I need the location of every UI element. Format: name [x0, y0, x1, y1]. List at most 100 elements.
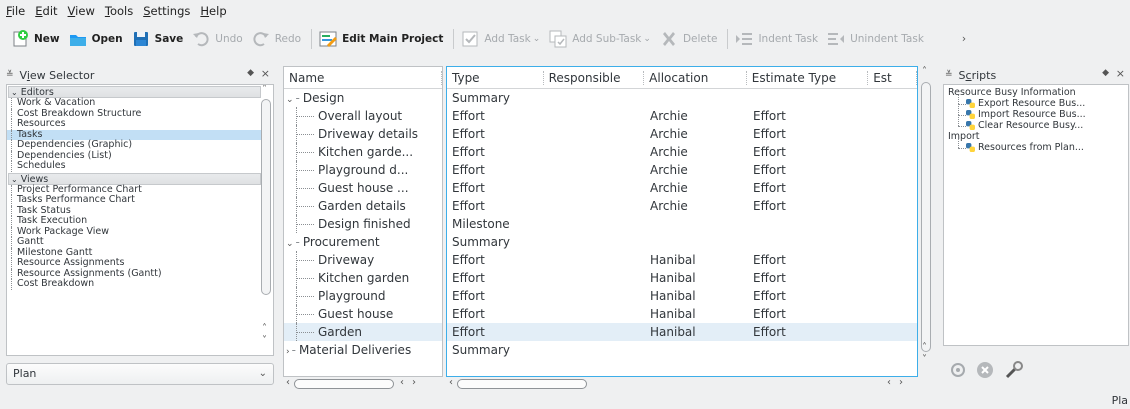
stop-script-button[interactable] — [976, 361, 994, 382]
chevron-down-icon[interactable]: ⌄ — [286, 95, 294, 105]
table-cell-responsible[interactable] — [544, 341, 645, 359]
task-name-row[interactable]: Driveway details — [284, 125, 442, 143]
table-cell-estimate-type[interactable]: Effort — [748, 323, 870, 341]
table-vertical-scrollbar[interactable]: ˄ ˄ ˅ — [920, 66, 932, 377]
configure-scripts-button[interactable] — [1004, 360, 1024, 383]
view-item[interactable]: Schedules — [7, 160, 261, 172]
menu-item[interactable]: Tools — [103, 4, 141, 18]
scroll-down-icon[interactable]: ˅ — [922, 354, 927, 365]
table-cell-responsible[interactable] — [544, 215, 645, 233]
table-cell-estimate-type[interactable]: Effort — [748, 305, 870, 323]
table-cell-responsible[interactable] — [544, 197, 645, 215]
table-cell-allocation[interactable]: Hanibal — [645, 251, 748, 269]
script-item[interactable]: Export Resource Bus... — [944, 95, 1128, 109]
view-item[interactable]: Gantt — [7, 236, 261, 248]
task-name-row[interactable]: Guest house — [284, 305, 442, 323]
table-cell-type[interactable]: Effort — [447, 143, 544, 161]
scroll-left-icon[interactable]: ‹ — [286, 377, 290, 388]
chevron-down-icon[interactable]: ⌄ — [643, 34, 651, 44]
table-cell-estimate-type[interactable] — [748, 89, 870, 107]
scroll-right-icon[interactable]: › — [899, 377, 903, 388]
scroll-up-icon[interactable]: ˄ — [262, 323, 267, 334]
task-name-row[interactable]: Playground — [284, 287, 442, 305]
script-category[interactable]: Resource Busy Information — [944, 87, 1128, 98]
table-row[interactable]: Effort Hanibal Effort — [447, 269, 917, 287]
view-item[interactable]: Resources — [7, 118, 261, 130]
close-icon[interactable]: × — [1116, 67, 1125, 80]
table-cell-estimate-type[interactable]: Effort — [748, 107, 870, 125]
table-cell-type[interactable]: Effort — [447, 251, 544, 269]
script-item[interactable]: Resources from Plan... — [944, 139, 1128, 153]
tree-horizontal-scrollbar[interactable]: ‹ ‹ › — [284, 377, 442, 391]
table-row[interactable]: Effort Hanibal Effort — [447, 305, 917, 323]
view-item[interactable]: Resource Assignments — [7, 257, 261, 269]
scroll-down-icon[interactable]: ˅ — [262, 335, 267, 346]
menu-item[interactable]: Help — [198, 4, 234, 18]
table-cell-responsible[interactable] — [544, 161, 645, 179]
view-item[interactable]: Work Package View — [7, 226, 261, 238]
view-item[interactable]: Task Execution — [7, 215, 261, 227]
table-cell-allocation[interactable]: Archie — [645, 125, 748, 143]
table-cell-responsible[interactable] — [544, 179, 645, 197]
table-cell-responsible[interactable] — [544, 323, 645, 341]
menu-item[interactable]: Settings — [141, 4, 198, 18]
table-row[interactable]: Effort Archie Effort — [447, 179, 917, 197]
menu-item[interactable]: View — [66, 4, 103, 18]
task-name-row[interactable]: Design finished — [284, 215, 442, 233]
table-cell-responsible[interactable] — [544, 125, 645, 143]
task-name-row[interactable]: Guest house ... — [284, 179, 442, 197]
table-cell-estimate-type[interactable]: Effort — [748, 143, 870, 161]
table-row[interactable]: Summary — [447, 341, 917, 359]
table-cell-responsible[interactable] — [544, 107, 645, 125]
table-cell-estimate-type[interactable]: Effort — [748, 251, 870, 269]
view-selector-scrollbar[interactable]: ˄ ˄ ˅ — [260, 85, 272, 355]
table-row[interactable]: Effort Archie Effort — [447, 125, 917, 143]
chevron-right-icon[interactable]: › — [286, 347, 290, 357]
table-cell-responsible[interactable] — [544, 143, 645, 161]
table-row[interactable]: Effort Hanibal Effort — [447, 287, 917, 305]
add-sub-task-button[interactable]: Add Sub-Task ⌄ — [546, 26, 657, 52]
table-cell-allocation[interactable]: Archie — [645, 143, 748, 161]
view-item[interactable]: Cost Breakdown — [7, 278, 261, 290]
chevron-down-icon[interactable]: ⌄ — [533, 34, 541, 44]
table-cell-allocation[interactable] — [645, 341, 748, 359]
view-item[interactable]: Work & Vacation — [7, 97, 261, 109]
toolbar-overflow-button[interactable]: › — [960, 26, 972, 52]
column-header[interactable]: Type — [447, 67, 544, 88]
table-row[interactable]: Effort Archie Effort — [447, 197, 917, 215]
table-cell-estimate-type[interactable] — [748, 233, 870, 251]
table-cell-estimate-type[interactable]: Effort — [748, 197, 870, 215]
table-cell-allocation[interactable]: Archie — [645, 197, 748, 215]
float-icon[interactable]: ◆ — [1102, 68, 1109, 78]
scroll-right-icon[interactable]: › — [412, 377, 416, 388]
table-cell-type[interactable]: Effort — [447, 305, 544, 323]
delete-button[interactable]: Delete — [657, 26, 724, 52]
redo-button[interactable]: Redo — [249, 26, 307, 52]
scroll-left-icon[interactable]: ‹ — [449, 377, 453, 388]
table-cell-type[interactable]: Effort — [447, 323, 544, 341]
table-cell-type[interactable]: Effort — [447, 269, 544, 287]
menu-item[interactable]: File — [4, 4, 33, 18]
task-name-row[interactable]: Kitchen garde... — [284, 143, 442, 161]
table-cell-type[interactable]: Summary — [447, 89, 544, 107]
table-cell-allocation[interactable]: Archie — [645, 161, 748, 179]
close-icon[interactable]: × — [261, 67, 270, 80]
open-button[interactable]: Open — [66, 26, 129, 52]
table-row[interactable]: Effort Hanibal Effort — [447, 323, 917, 341]
menu-item[interactable]: Edit — [33, 4, 65, 18]
unindent-task-button[interactable]: Unindent Task — [824, 26, 930, 52]
table-cell-responsible[interactable] — [544, 89, 645, 107]
task-name-row[interactable]: Driveway — [284, 251, 442, 269]
table-cell-type[interactable]: Effort — [447, 107, 544, 125]
table-row[interactable]: Effort Hanibal Effort — [447, 251, 917, 269]
scroll-up-icon[interactable]: ˄ — [922, 342, 927, 353]
task-name-row[interactable]: › - Material Deliveries — [284, 341, 442, 359]
table-cell-allocation[interactable]: Archie — [645, 107, 748, 125]
table-cell-allocation[interactable] — [645, 89, 748, 107]
column-header[interactable]: Est — [868, 67, 917, 88]
scroll-left-icon[interactable]: ‹ — [887, 377, 891, 388]
table-row[interactable]: Effort Archie Effort — [447, 161, 917, 179]
view-group-header[interactable]: ⌄ Views — [8, 172, 261, 185]
table-row[interactable]: Milestone — [447, 215, 917, 233]
table-cell-type[interactable]: Summary — [447, 233, 544, 251]
